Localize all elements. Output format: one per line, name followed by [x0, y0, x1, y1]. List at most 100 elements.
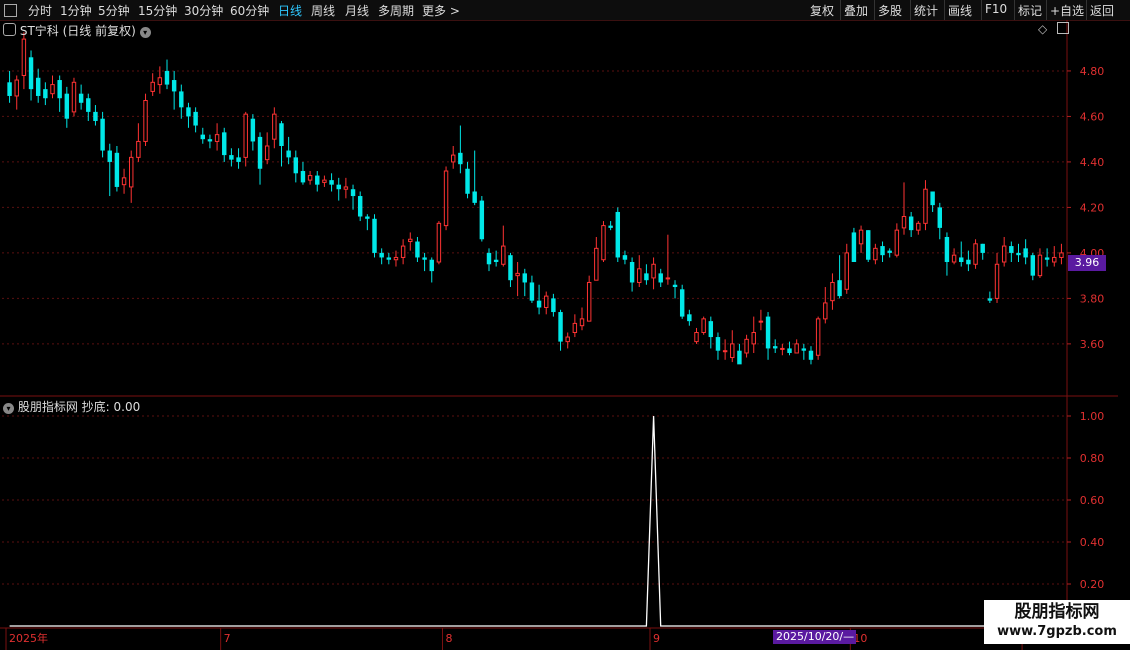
candle-body: [772, 346, 778, 349]
main-chart-controls: ◇: [1038, 22, 1070, 36]
indicator-tick-label: 0.40: [1080, 536, 1105, 549]
candle-body: [722, 350, 728, 353]
candle-body: [7, 82, 12, 96]
candle-body: [687, 314, 692, 322]
candle-body: [894, 229, 900, 256]
chart-area[interactable]: 4.804.604.404.204.003.803.601.000.800.60…: [0, 0, 1130, 650]
candle-body: [501, 245, 506, 265]
indicator-menu-icon[interactable]: ▾: [3, 403, 14, 414]
candle-body: [1059, 252, 1064, 258]
candle-body: [450, 154, 456, 163]
indicator-line: [9, 415, 1062, 627]
candle-body: [100, 118, 105, 151]
candle-body: [930, 191, 935, 206]
candle-body: [815, 318, 821, 356]
candle-body: [866, 230, 871, 260]
candle-body: [250, 118, 256, 142]
candle-body: [1044, 257, 1050, 260]
candle-body: [1023, 248, 1028, 258]
candle-body: [322, 179, 327, 183]
candle-body: [408, 238, 413, 243]
candle-body: [71, 81, 77, 113]
candle-body: [393, 256, 399, 261]
candle-body: [207, 139, 213, 142]
candle-body: [994, 263, 1000, 299]
candle-body: [472, 191, 477, 203]
candle-body: [315, 175, 320, 185]
candle-body: [415, 241, 420, 258]
date-label: 9: [653, 632, 660, 645]
candle-body: [558, 312, 563, 342]
date-label: 8: [445, 632, 452, 645]
candle-body: [243, 113, 248, 158]
candle-body: [229, 155, 234, 160]
candle-body: [515, 272, 520, 277]
candle-body: [987, 298, 993, 301]
candle-body: [565, 336, 570, 343]
watermark-logo: 股朋指标网 www.7gpzb.com: [984, 600, 1130, 644]
candle-body: [164, 70, 170, 85]
candle-body: [86, 98, 91, 112]
candle-body: [658, 273, 663, 283]
price-tick-label: 4.40: [1080, 156, 1105, 169]
candle-body: [730, 343, 735, 359]
candle-body: [858, 229, 864, 245]
diamond-icon[interactable]: ◇: [1038, 22, 1047, 36]
candle-body: [236, 157, 241, 162]
candle-body: [823, 302, 828, 320]
candle-body: [544, 295, 549, 308]
candle-body: [222, 132, 227, 156]
candle-body: [272, 113, 277, 140]
candle-body: [64, 93, 70, 119]
indicator-tick-label: 0.80: [1080, 452, 1105, 465]
candle-body: [744, 338, 749, 354]
candle-body: [179, 91, 184, 108]
candle-body: [601, 225, 606, 261]
candle-body: [830, 281, 835, 302]
candle-body: [93, 111, 98, 121]
candle-body: [343, 186, 349, 190]
candle-body: [329, 180, 334, 185]
candle-body: [708, 321, 714, 338]
right-side-panel-lower: [1118, 400, 1130, 630]
candle-body: [14, 79, 19, 97]
candle-body: [157, 77, 163, 86]
candle-body: [78, 93, 84, 103]
candle-body: [508, 255, 513, 281]
candle-body: [186, 107, 191, 117]
right-side-panel: [1118, 26, 1130, 396]
candle-body: [422, 257, 427, 260]
candle-body: [400, 245, 406, 258]
window-icon[interactable]: [1057, 22, 1070, 34]
collapse-icon[interactable]: [3, 23, 16, 36]
candle-body: [536, 300, 542, 308]
candle-body: [801, 348, 807, 351]
indicator-value: 抄底: 0.00: [81, 400, 141, 414]
candle-body: [293, 157, 299, 174]
candle-body: [944, 236, 950, 262]
date-label: 7: [224, 632, 231, 645]
candle-body: [493, 259, 499, 262]
candle-body: [908, 216, 914, 231]
candle-body: [429, 259, 434, 272]
dropdown-icon[interactable]: ▾: [139, 27, 151, 38]
candle-body: [257, 136, 263, 169]
candle-body: [629, 262, 635, 283]
candle-body: [372, 218, 377, 253]
candle-body: [715, 337, 721, 351]
price-tick-label: 4.80: [1080, 65, 1105, 78]
watermark-url: www.7gpzb.com: [997, 624, 1117, 639]
candle-body: [808, 350, 814, 360]
price-tick-label: 4.20: [1080, 201, 1105, 214]
candle-body: [443, 170, 449, 227]
candle-body: [171, 80, 177, 92]
candle-body: [264, 145, 270, 161]
candle-body: [136, 140, 141, 158]
candle-body: [379, 252, 384, 258]
price-tick-label: 3.80: [1080, 292, 1105, 305]
candle-body: [1009, 246, 1014, 253]
candle-body: [479, 200, 485, 240]
candle-body: [529, 282, 535, 301]
candle-body: [594, 247, 599, 281]
candle-body: [336, 184, 341, 190]
